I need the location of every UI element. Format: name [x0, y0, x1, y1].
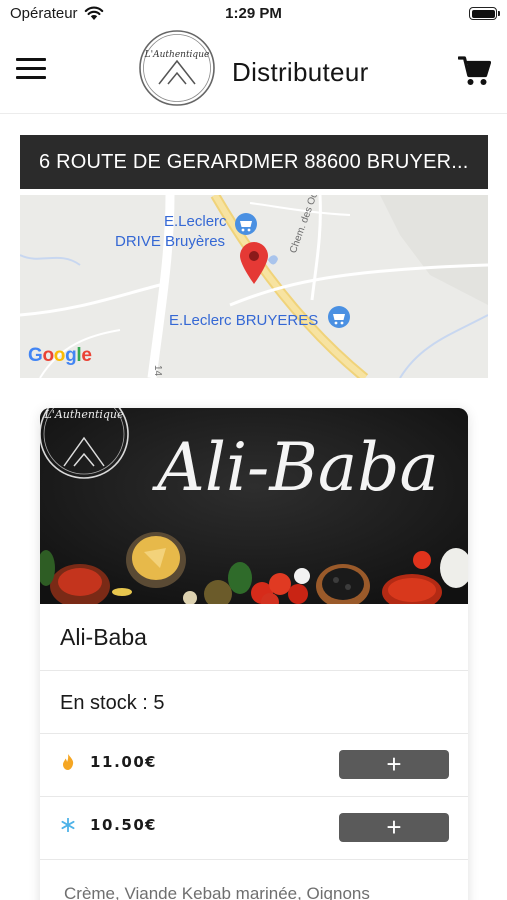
stock-status: En stock : 5: [40, 671, 468, 734]
flame-icon: [63, 754, 74, 770]
logo-text: L'Authentique: [144, 50, 210, 60]
add-to-cart-button[interactable]: +: [339, 750, 449, 779]
battery-icon: [469, 7, 500, 20]
address-text: 6 ROUTE DE GERARDMER 88600 BRUYER...: [39, 151, 469, 173]
price-value: 11.00: [90, 753, 146, 771]
shop-pin-icon[interactable]: [233, 212, 259, 238]
status-bar: Opérateur 1:29 PM: [0, 0, 507, 28]
hamburger-icon-bar: [16, 58, 46, 61]
map-place-label: DRIVE Bruyères: [115, 233, 226, 250]
hamburger-icon-bar: [16, 76, 46, 79]
shop-pin-icon[interactable]: [326, 305, 352, 331]
product-ingredients: Crème, Viande Kebab marinée, Oignons: [64, 884, 370, 900]
price-currency: €: [145, 753, 156, 771]
menu-button[interactable]: [16, 58, 46, 80]
snowflake-icon: [61, 818, 75, 832]
map-road-number: 14: [152, 364, 164, 377]
hamburger-icon-bar: [16, 67, 46, 70]
price-value: 10.50: [90, 816, 146, 834]
app-header: L'Authentique Distributeur: [0, 28, 507, 114]
price-row-hot: 11.00 € +: [40, 734, 468, 797]
product-card[interactable]: L'Authentique Ali-Baba Ali-Baba En stock…: [40, 408, 468, 900]
banner-illustration: L'Authentique Ali-Baba: [40, 408, 468, 604]
cart-icon[interactable]: [458, 55, 491, 87]
address-bar[interactable]: 6 ROUTE DE GERARDMER 88600 BRUYER...: [20, 135, 488, 189]
map-place-label: E.Leclerc: [164, 213, 227, 230]
location-pin-icon[interactable]: [239, 241, 269, 285]
product-name: Ali-Baba: [40, 604, 468, 671]
price-currency: €: [145, 816, 156, 834]
clock: 1:29 PM: [225, 5, 282, 22]
map-place-label: E.Leclerc BRUYERES: [169, 312, 319, 329]
brand-logo: L'Authentique: [139, 30, 215, 106]
add-to-cart-button[interactable]: +: [339, 813, 449, 842]
price-row-frozen: 10.50 € +: [40, 797, 468, 860]
google-logo: Google: [28, 345, 92, 366]
banner-logo-text: L'Authentique: [43, 408, 124, 421]
page-title: Distributeur: [232, 57, 369, 87]
map-view[interactable]: E.Leclerc DRIVE Bruyères E.Leclerc BRUYE…: [20, 195, 488, 378]
banner-title: Ali-Baba: [151, 429, 439, 506]
product-banner: L'Authentique Ali-Baba: [40, 408, 468, 604]
